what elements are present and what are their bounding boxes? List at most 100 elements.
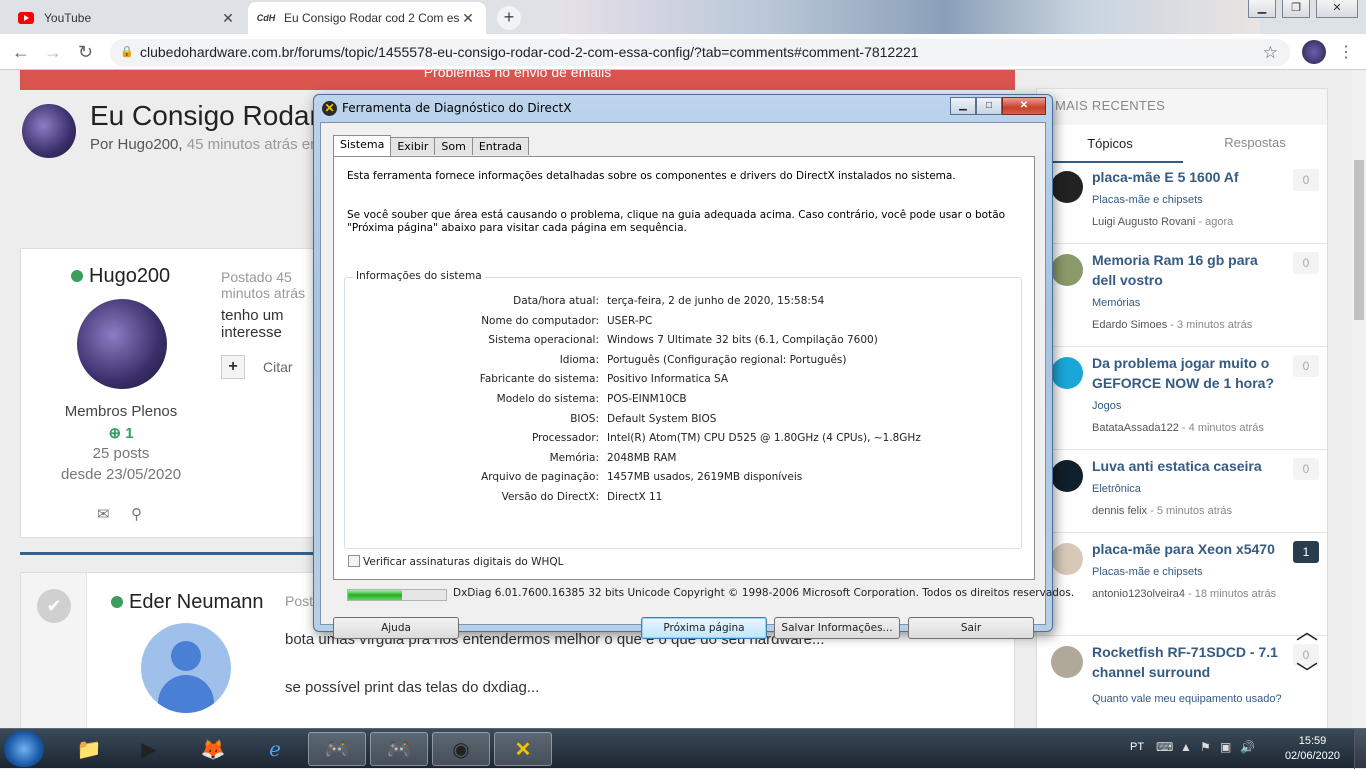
chrome-icon[interactable]: ◉ bbox=[432, 732, 490, 766]
forward-icon[interactable]: → bbox=[44, 42, 62, 63]
post-author[interactable]: Hugo200 bbox=[71, 265, 170, 288]
forum-link[interactable]: Quanto vale meu equipamento usado? bbox=[1092, 689, 1282, 710]
tab-sistema[interactable]: Sistema bbox=[333, 135, 392, 156]
page-scrollbar[interactable] bbox=[1352, 70, 1366, 728]
tab-som[interactable]: Som bbox=[434, 137, 473, 155]
start-button[interactable] bbox=[4, 731, 44, 767]
solution-check-icon[interactable]: ✔ bbox=[37, 589, 71, 623]
back-icon[interactable]: ← bbox=[12, 42, 30, 63]
list-item[interactable]: Memoria Ram 16 gb para dell vostro Memór… bbox=[1037, 244, 1327, 347]
tab-exibir[interactable]: Exibir bbox=[390, 137, 436, 155]
forum-link[interactable]: Jogos bbox=[1092, 400, 1121, 412]
topic-link[interactable]: placa-mãe E 5 1600 Af bbox=[1092, 167, 1282, 187]
search-icon[interactable]: ⚲ bbox=[131, 505, 142, 523]
avatar[interactable] bbox=[1051, 646, 1083, 678]
checkbox-box[interactable] bbox=[348, 555, 360, 567]
browser-tab-active[interactable]: CdH Eu Consigo Rodar cod 2 Com essa ✕ bbox=[248, 2, 486, 34]
youtube-icon bbox=[18, 10, 34, 26]
topic-link[interactable]: Da problema jogar muito o GEFORCE NOW de… bbox=[1092, 353, 1282, 393]
internet-explorer-icon[interactable]: ℯ bbox=[246, 732, 304, 766]
forum-link[interactable]: Eletrônica bbox=[1092, 483, 1141, 495]
language-indicator[interactable]: PT bbox=[1130, 741, 1144, 753]
avatar[interactable] bbox=[77, 299, 167, 389]
whql-checkbox[interactable]: Verificar assinaturas digitais do WHQL bbox=[348, 555, 564, 568]
topic-link[interactable]: placa-mãe para Xeon x5470 bbox=[1092, 539, 1282, 559]
list-item[interactable]: placa-mãe E 5 1600 Af Placas-mãe e chips… bbox=[1037, 161, 1327, 244]
member-since: desde 23/05/2020 bbox=[60, 466, 182, 483]
avatar[interactable] bbox=[1051, 171, 1083, 203]
scroll-up-icon[interactable]: ︿ bbox=[1296, 614, 1318, 646]
list-item[interactable]: placa-mãe para Xeon x5470 Placas-mãe e c… bbox=[1037, 533, 1327, 636]
menu-icon[interactable]: ⋮ bbox=[1338, 42, 1354, 62]
info-label: Fabricante do sistema: bbox=[479, 373, 599, 386]
forum-link[interactable]: Memórias bbox=[1092, 297, 1140, 309]
alert-banner[interactable]: Problemas no envio de emails bbox=[20, 70, 1015, 90]
reload-icon[interactable]: ↻ bbox=[78, 42, 93, 63]
forum-link[interactable]: Placas-mãe e chipsets bbox=[1092, 566, 1203, 578]
game-app-icon-2[interactable]: 🎮 bbox=[370, 732, 428, 766]
keyboard-icon[interactable]: ⌨ bbox=[1156, 740, 1173, 754]
info-label: Versão do DirectX: bbox=[501, 491, 599, 503]
list-item[interactable]: Rocketfish RF-71SDCD - 7.1 channel surro… bbox=[1037, 636, 1327, 728]
group-label: Informações do sistema bbox=[353, 270, 485, 282]
scroll-down-icon[interactable]: ﹀ bbox=[1296, 656, 1318, 688]
tab-entrada[interactable]: Entrada bbox=[471, 137, 530, 155]
widget-header: MAIS RECENTES bbox=[1037, 89, 1327, 125]
info-label: Idioma: bbox=[559, 353, 599, 366]
avatar[interactable] bbox=[141, 623, 231, 713]
save-info-button[interactable]: Salvar Informações... bbox=[774, 617, 900, 639]
tab-respostas[interactable]: Respostas bbox=[1183, 135, 1327, 150]
scrollbar-thumb[interactable] bbox=[1354, 160, 1364, 320]
directx-taskbar-icon[interactable]: ✕ bbox=[494, 732, 552, 766]
action-center-icon[interactable]: ⚑ bbox=[1200, 740, 1211, 754]
explorer-icon[interactable]: 📁 bbox=[60, 732, 118, 766]
close-button[interactable]: ✕ bbox=[1002, 97, 1046, 115]
maximize-button[interactable]: □ bbox=[976, 97, 1002, 115]
avatar[interactable] bbox=[1051, 357, 1083, 389]
avatar[interactable] bbox=[1051, 254, 1083, 286]
close-window-button[interactable]: ✕ bbox=[1316, 0, 1358, 18]
topic-author-avatar[interactable] bbox=[22, 104, 76, 158]
envelope-icon[interactable]: ✉ bbox=[97, 505, 110, 523]
profile-avatar[interactable] bbox=[1302, 40, 1326, 64]
author-name[interactable]: Hugo200 bbox=[89, 265, 170, 287]
minimize-button[interactable]: ▁ bbox=[1248, 0, 1276, 18]
window-controls: ▁ ❐ ✕ bbox=[1248, 0, 1358, 18]
minimize-button[interactable]: ▁ bbox=[950, 97, 976, 115]
close-tab-icon[interactable]: ✕ bbox=[460, 10, 476, 27]
system-clock[interactable]: 15:59 02/06/2020 bbox=[1285, 734, 1340, 764]
avatar[interactable] bbox=[1051, 543, 1083, 575]
address-bar[interactable]: 🔒 clubedohardware.com.br/forums/topic/14… bbox=[110, 39, 1290, 66]
game-app-icon[interactable]: 🎮 bbox=[308, 732, 366, 766]
network-icon[interactable]: ▣ bbox=[1220, 740, 1231, 754]
help-button[interactable]: Ajuda bbox=[333, 617, 459, 639]
show-hidden-icon[interactable]: ▲ bbox=[1180, 740, 1192, 754]
post-sidebar: ✔ bbox=[21, 573, 87, 728]
post-author[interactable]: Eder Neumann bbox=[111, 591, 264, 614]
show-desktop-button[interactable] bbox=[1354, 729, 1366, 769]
reply-count-badge: 1 bbox=[1293, 541, 1319, 563]
avatar[interactable] bbox=[1051, 460, 1083, 492]
topic-author[interactable]: Por Hugo200, bbox=[90, 136, 183, 153]
new-tab-button[interactable]: + bbox=[497, 6, 521, 30]
list-item[interactable]: Luva anti estatica caseira Eletrônica de… bbox=[1037, 450, 1327, 533]
quote-button[interactable]: Citar bbox=[263, 359, 293, 375]
browser-tab-youtube[interactable]: YouTube ✕ bbox=[8, 2, 246, 34]
tab-topicos[interactable]: Tópicos bbox=[1037, 136, 1183, 163]
bookmark-star-icon[interactable]: ☆ bbox=[1263, 39, 1278, 66]
multiquote-button[interactable]: + bbox=[221, 355, 245, 379]
topic-link[interactable]: Luva anti estatica caseira bbox=[1092, 456, 1282, 476]
topic-link[interactable]: Rocketfish RF-71SDCD - 7.1 channel surro… bbox=[1092, 642, 1282, 682]
list-item[interactable]: Da problema jogar muito o GEFORCE NOW de… bbox=[1037, 347, 1327, 450]
firefox-icon[interactable]: 🦊 bbox=[184, 732, 242, 766]
forum-link[interactable]: Placas-mãe e chipsets bbox=[1092, 194, 1203, 206]
exit-button[interactable]: Sair bbox=[908, 617, 1034, 639]
dxdiag-window: ✕ Ferramenta de Diagnóstico do DirectX ▁… bbox=[313, 94, 1074, 639]
author-name[interactable]: Eder Neumann bbox=[129, 591, 264, 613]
topic-link[interactable]: Memoria Ram 16 gb para dell vostro bbox=[1092, 250, 1282, 290]
volume-icon[interactable]: 🔊 bbox=[1240, 740, 1255, 754]
media-player-icon[interactable]: ▶ bbox=[120, 732, 178, 766]
maximize-button[interactable]: ❐ bbox=[1282, 0, 1310, 18]
next-page-button[interactable]: Próxima página bbox=[641, 617, 767, 639]
close-tab-icon[interactable]: ✕ bbox=[220, 10, 236, 27]
